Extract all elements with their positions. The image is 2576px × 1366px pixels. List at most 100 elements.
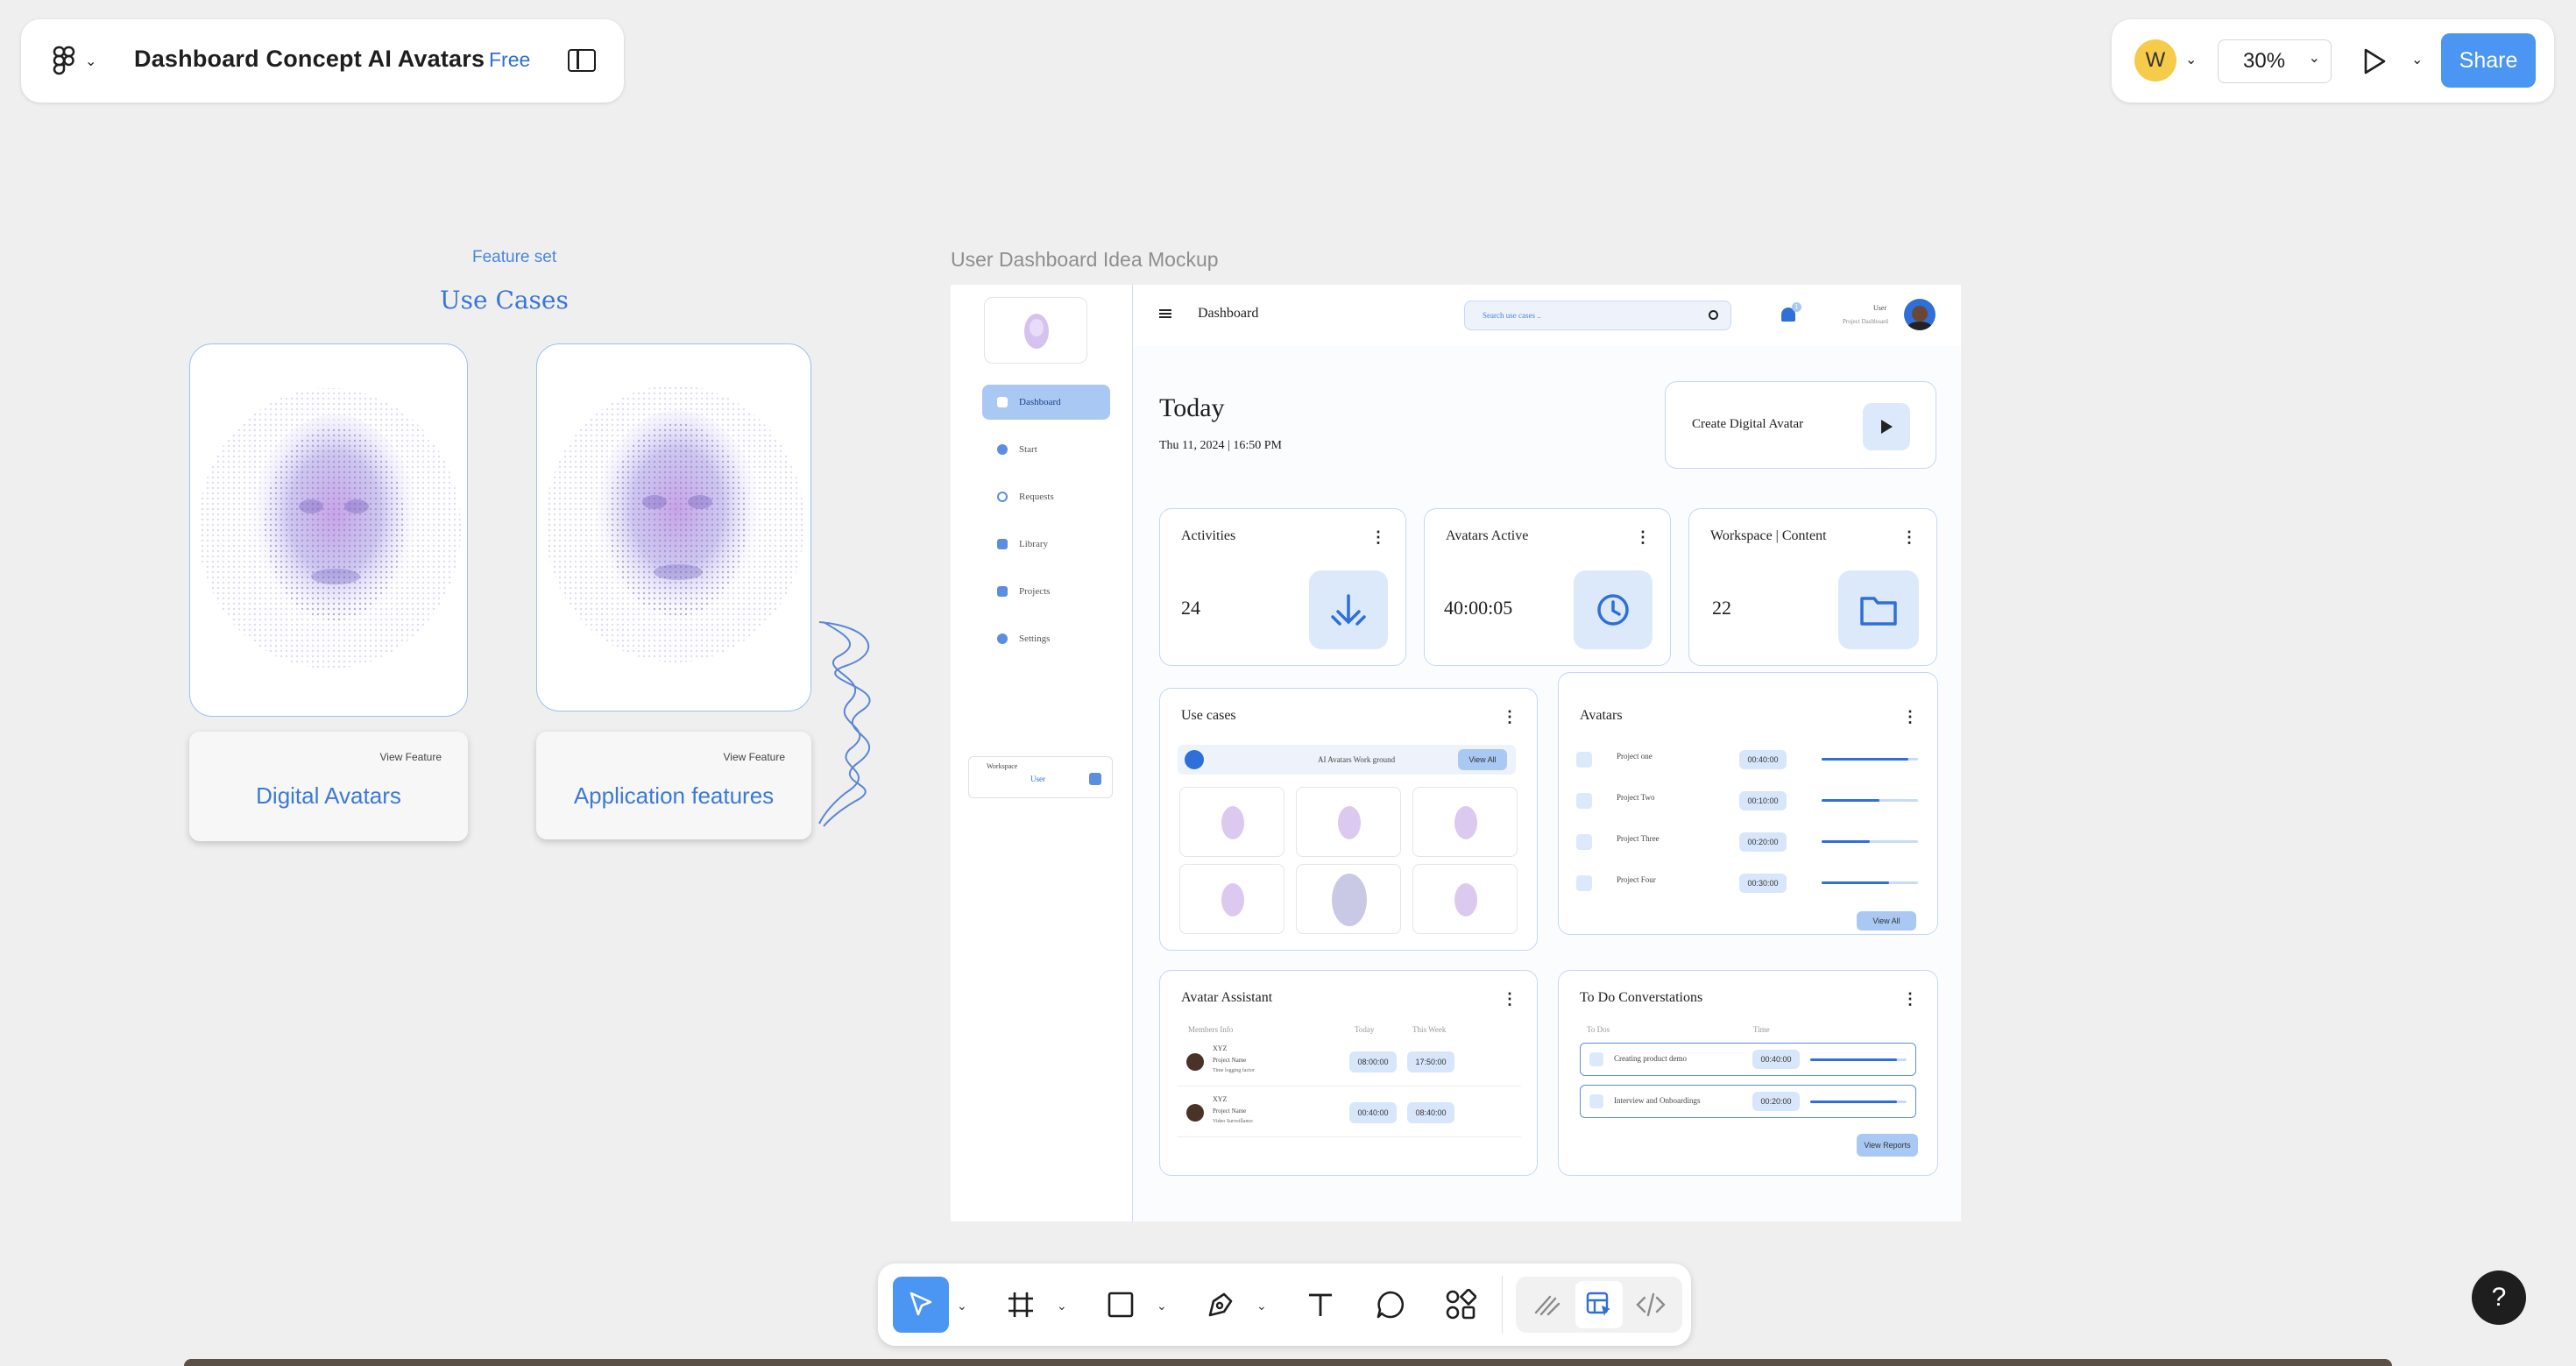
avatar-project-row[interactable]: Project Four 00:30:00 bbox=[1576, 870, 1921, 896]
stat-card-avatars-active[interactable]: Avatars Active ⋮ 40:00:05 bbox=[1424, 508, 1671, 666]
member-name: XYZ bbox=[1213, 1095, 1228, 1103]
use-case-thumbnail[interactable] bbox=[1296, 787, 1401, 857]
frame-label[interactable]: User Dashboard Idea Mockup bbox=[951, 248, 1219, 272]
panel-title: Avatar Assistant bbox=[1181, 990, 1273, 1005]
avatar-project-row[interactable]: Project Three 00:20:00 bbox=[1576, 829, 1921, 855]
notification-badge: 1 bbox=[1792, 302, 1801, 312]
toolbar-divider bbox=[1502, 1276, 1503, 1334]
more-icon[interactable]: ⋮ bbox=[1902, 708, 1918, 726]
more-icon[interactable]: ⋮ bbox=[1370, 528, 1386, 547]
chevron-down-icon[interactable]: ⌄ bbox=[2411, 51, 2423, 68]
text-tool-button[interactable] bbox=[1297, 1281, 1344, 1328]
chevron-down-icon[interactable]: ⌄ bbox=[1157, 1299, 1167, 1313]
digital-avatars-card[interactable]: View Feature Digital Avatars bbox=[189, 732, 468, 841]
use-case-thumbnail[interactable] bbox=[1179, 787, 1284, 857]
member-name: XYZ bbox=[1213, 1044, 1228, 1052]
use-cases-panel: Use cases ⋮ AI Avatars Work ground View … bbox=[1159, 688, 1538, 951]
progress-bar bbox=[1822, 799, 1918, 802]
avatar-project-row[interactable]: Project Two 00:10:00 bbox=[1576, 788, 1921, 814]
nav-item-start[interactable]: Start bbox=[982, 432, 1110, 467]
hamburger-icon[interactable] bbox=[1159, 309, 1171, 318]
view-feature-link[interactable]: View Feature bbox=[724, 751, 785, 763]
chevron-down-icon[interactable]: ⌄ bbox=[1256, 1299, 1267, 1313]
use-case-thumbnail[interactable] bbox=[1296, 864, 1401, 934]
chevron-down-icon[interactable]: ⌄ bbox=[85, 53, 96, 70]
use-case-thumbnail[interactable] bbox=[1412, 864, 1518, 934]
application-features-image-card[interactable] bbox=[536, 343, 811, 711]
application-features-card[interactable]: View Feature Application features bbox=[536, 732, 811, 839]
spiral-doodle-icon bbox=[818, 621, 871, 827]
plan-badge[interactable]: Free bbox=[489, 48, 530, 72]
more-icon[interactable]: ⋮ bbox=[1902, 990, 1918, 1009]
resources-icon bbox=[1446, 1289, 1476, 1320]
workspace-selector[interactable]: Workspace User bbox=[968, 756, 1113, 798]
nav-item-library[interactable]: Library bbox=[982, 527, 1110, 562]
folder-icon bbox=[1576, 834, 1592, 850]
avatar-project-row[interactable]: Project one 00:40:00 bbox=[1576, 747, 1921, 773]
stat-title: Avatars Active bbox=[1446, 528, 1529, 543]
more-icon[interactable]: ⋮ bbox=[1635, 528, 1651, 547]
chevron-down-icon[interactable]: ⌄ bbox=[2185, 51, 2197, 68]
pen-tool-button[interactable] bbox=[1197, 1281, 1244, 1328]
share-button[interactable]: Share bbox=[2441, 33, 2536, 88]
chevron-down-icon[interactable]: ⌄ bbox=[957, 1299, 967, 1313]
todo-row[interactable]: Interview and Onboardings 00:20:00 bbox=[1580, 1085, 1916, 1118]
project-name: Project Three bbox=[1617, 834, 1660, 843]
figma-logo-icon[interactable] bbox=[51, 46, 77, 75]
assistant-member-row[interactable]: XYZ Project Name Time logging factor 08:00:… bbox=[1178, 1043, 1521, 1086]
draw-mode-button[interactable] bbox=[1524, 1281, 1571, 1328]
play-icon bbox=[1863, 403, 1910, 450]
folder-icon bbox=[1576, 875, 1592, 891]
use-cases-title: Use Cases bbox=[440, 286, 569, 315]
more-icon[interactable]: ⋮ bbox=[1502, 708, 1518, 726]
nav-label: Dashboard bbox=[1019, 397, 1061, 407]
nav-item-settings[interactable]: Settings bbox=[982, 621, 1110, 656]
zoom-select[interactable]: 30% ⌄ bbox=[2218, 39, 2332, 83]
view-all-button[interactable]: View All bbox=[1458, 749, 1507, 770]
stat-card-activities[interactable]: Activities ⋮ 24 bbox=[1159, 508, 1406, 666]
frame-icon bbox=[1008, 1292, 1033, 1317]
view-all-button[interactable]: View All bbox=[1857, 911, 1916, 931]
avatar[interactable] bbox=[1904, 299, 1936, 330]
history-icon bbox=[1574, 570, 1652, 649]
move-tool-button[interactable] bbox=[893, 1277, 949, 1333]
resources-tool-button[interactable] bbox=[1437, 1281, 1484, 1328]
chevron-down-icon: ⌄ bbox=[2308, 51, 2320, 66]
dashboard-mockup-frame[interactable]: Dashboard Start Requests Library Project… bbox=[951, 285, 1961, 1221]
stat-title: Activities bbox=[1181, 528, 1236, 543]
play-icon[interactable] bbox=[2361, 47, 2388, 80]
avatar[interactable]: W bbox=[2134, 39, 2176, 81]
today-time-chip: 08:00:00 bbox=[1349, 1051, 1397, 1072]
settings-icon bbox=[997, 633, 1008, 644]
frame-tool-button[interactable] bbox=[997, 1281, 1044, 1328]
requests-icon bbox=[997, 492, 1008, 502]
nav-item-dashboard[interactable]: Dashboard bbox=[982, 385, 1110, 420]
create-avatar-button[interactable]: Create Digital Avatar bbox=[1665, 381, 1936, 469]
dev-mode-button[interactable] bbox=[1627, 1281, 1674, 1328]
use-case-thumbnail[interactable] bbox=[1412, 787, 1518, 857]
view-feature-link[interactable]: View Feature bbox=[380, 751, 442, 763]
sidebar-toggle-icon[interactable] bbox=[568, 49, 596, 72]
file-title[interactable]: Dashboard Concept AI Avatars bbox=[134, 46, 485, 73]
stat-card-workspace-content[interactable]: Workspace | Content ⋮ 22 bbox=[1688, 508, 1937, 666]
time-chip: 00:40:00 bbox=[1739, 750, 1787, 769]
create-avatar-label: Create Digital Avatar bbox=[1692, 417, 1804, 431]
comment-tool-button[interactable] bbox=[1367, 1281, 1414, 1328]
rectangle-tool-button[interactable] bbox=[1097, 1281, 1144, 1328]
assistant-member-row[interactable]: XYZ Project Name Video Surveillance 00:40:0… bbox=[1178, 1094, 1521, 1137]
digital-avatars-image-card[interactable] bbox=[189, 343, 468, 717]
more-icon[interactable]: ⋮ bbox=[1502, 990, 1518, 1009]
help-button[interactable]: ? bbox=[2472, 1270, 2526, 1325]
use-cases-banner[interactable]: AI Avatars Work ground View All bbox=[1178, 745, 1516, 775]
nav-item-requests[interactable]: Requests bbox=[982, 479, 1110, 514]
week-time-chip: 08:40:00 bbox=[1407, 1102, 1454, 1123]
nav-item-projects[interactable]: Projects bbox=[982, 574, 1110, 609]
view-reports-button[interactable]: View Reports bbox=[1857, 1134, 1918, 1157]
pen-icon bbox=[1208, 1292, 1233, 1317]
design-mode-button[interactable] bbox=[1575, 1281, 1623, 1328]
search-input[interactable]: Search use cases .. bbox=[1464, 301, 1731, 330]
more-icon[interactable]: ⋮ bbox=[1901, 528, 1917, 547]
chevron-down-icon[interactable]: ⌄ bbox=[1057, 1299, 1067, 1313]
todo-row[interactable]: Creating product demo 00:40:00 bbox=[1580, 1043, 1916, 1076]
use-case-thumbnail[interactable] bbox=[1179, 864, 1284, 934]
